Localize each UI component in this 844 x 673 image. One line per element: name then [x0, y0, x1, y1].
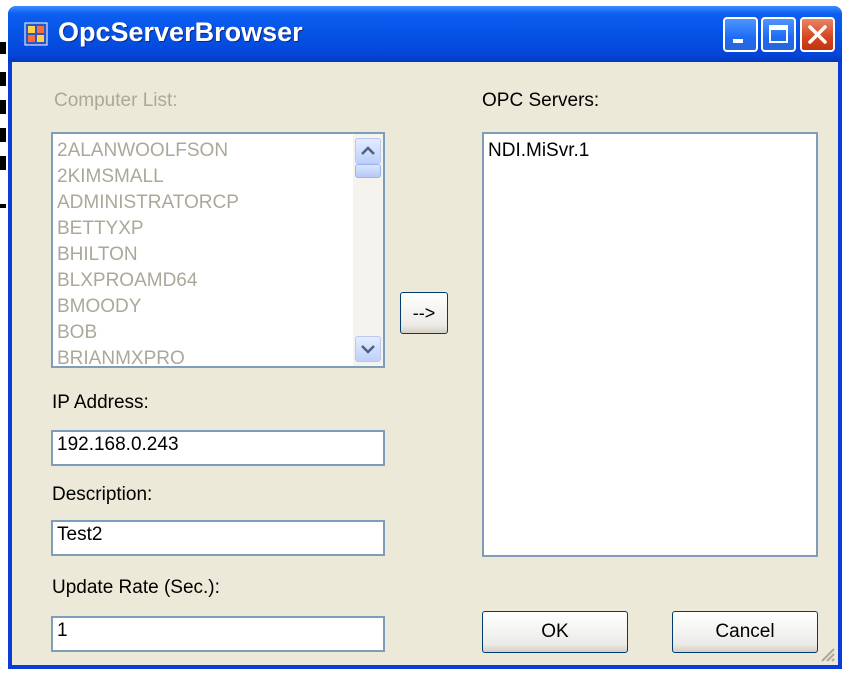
transfer-arrow-button[interactable]: --> [400, 292, 448, 334]
list-item[interactable]: 2KIMSMALL [57, 164, 239, 190]
cancel-button[interactable]: Cancel [672, 611, 818, 653]
list-item[interactable]: BHILTON [57, 242, 239, 268]
background-fragment [0, 128, 6, 142]
cancel-button-label: Cancel [715, 621, 775, 642]
list-item[interactable]: BETTYXP [57, 216, 239, 242]
ok-button[interactable]: OK [482, 611, 628, 653]
ip-address-field[interactable]: 192.168.0.243 [51, 430, 385, 466]
background-fragment [0, 72, 6, 86]
update-rate-label: Update Rate (Sec.): [52, 577, 220, 598]
scroll-thumb[interactable] [355, 164, 381, 178]
ip-address-label: IP Address: [52, 392, 149, 413]
list-item[interactable]: ADMINISTRATORCP [57, 190, 239, 216]
maximize-button[interactable] [761, 17, 796, 52]
opc-server-browser-window: OpcServerBrowser Computer List: 2ALANWOO… [8, 6, 842, 669]
window-title: OpcServerBrowser [58, 17, 303, 47]
background-fragment [0, 100, 6, 114]
list-item[interactable]: BLXPROAMD64 [57, 268, 239, 294]
list-item[interactable]: 2ALANWOOLFSON [57, 138, 239, 164]
dialog-client-area: Computer List: 2ALANWOOLFSON 2KIMSMALL A… [12, 62, 838, 665]
minimize-icon [733, 39, 743, 43]
list-item[interactable]: BMOODY [57, 294, 239, 320]
background-fragment [0, 156, 6, 170]
chevron-up-icon [361, 146, 375, 155]
background-fragment [0, 42, 6, 54]
background-fragment [0, 204, 6, 208]
maximize-icon [769, 25, 788, 43]
computer-list-scrollbar[interactable] [353, 134, 383, 366]
minimize-button[interactable] [723, 17, 758, 52]
title-bar[interactable]: OpcServerBrowser [8, 6, 842, 62]
resize-grip-icon[interactable] [816, 643, 836, 663]
list-item[interactable]: BOB [57, 320, 239, 346]
opc-servers-listbox[interactable]: NDI.MiSvr.1 [482, 132, 818, 557]
description-field[interactable]: Test2 [51, 520, 385, 556]
ok-button-label: OK [541, 621, 569, 642]
scroll-down-button[interactable] [355, 336, 381, 362]
transfer-arrow-label: --> [412, 303, 436, 323]
chevron-down-icon [361, 345, 375, 354]
list-item[interactable]: BRIANMXPRO [57, 346, 239, 372]
computer-list-label: Computer List: [54, 90, 178, 111]
opc-servers-label: OPC Servers: [482, 90, 600, 111]
list-item[interactable]: NDI.MiSvr.1 [488, 138, 589, 164]
description-label: Description: [52, 484, 153, 505]
close-icon [808, 25, 827, 44]
computer-listbox[interactable]: 2ALANWOOLFSON 2KIMSMALL ADMINISTRATORCP … [51, 132, 385, 369]
close-button[interactable] [800, 17, 835, 52]
update-rate-field[interactable]: 1 [51, 616, 385, 652]
scroll-up-button[interactable] [355, 138, 381, 164]
app-icon [24, 22, 48, 46]
